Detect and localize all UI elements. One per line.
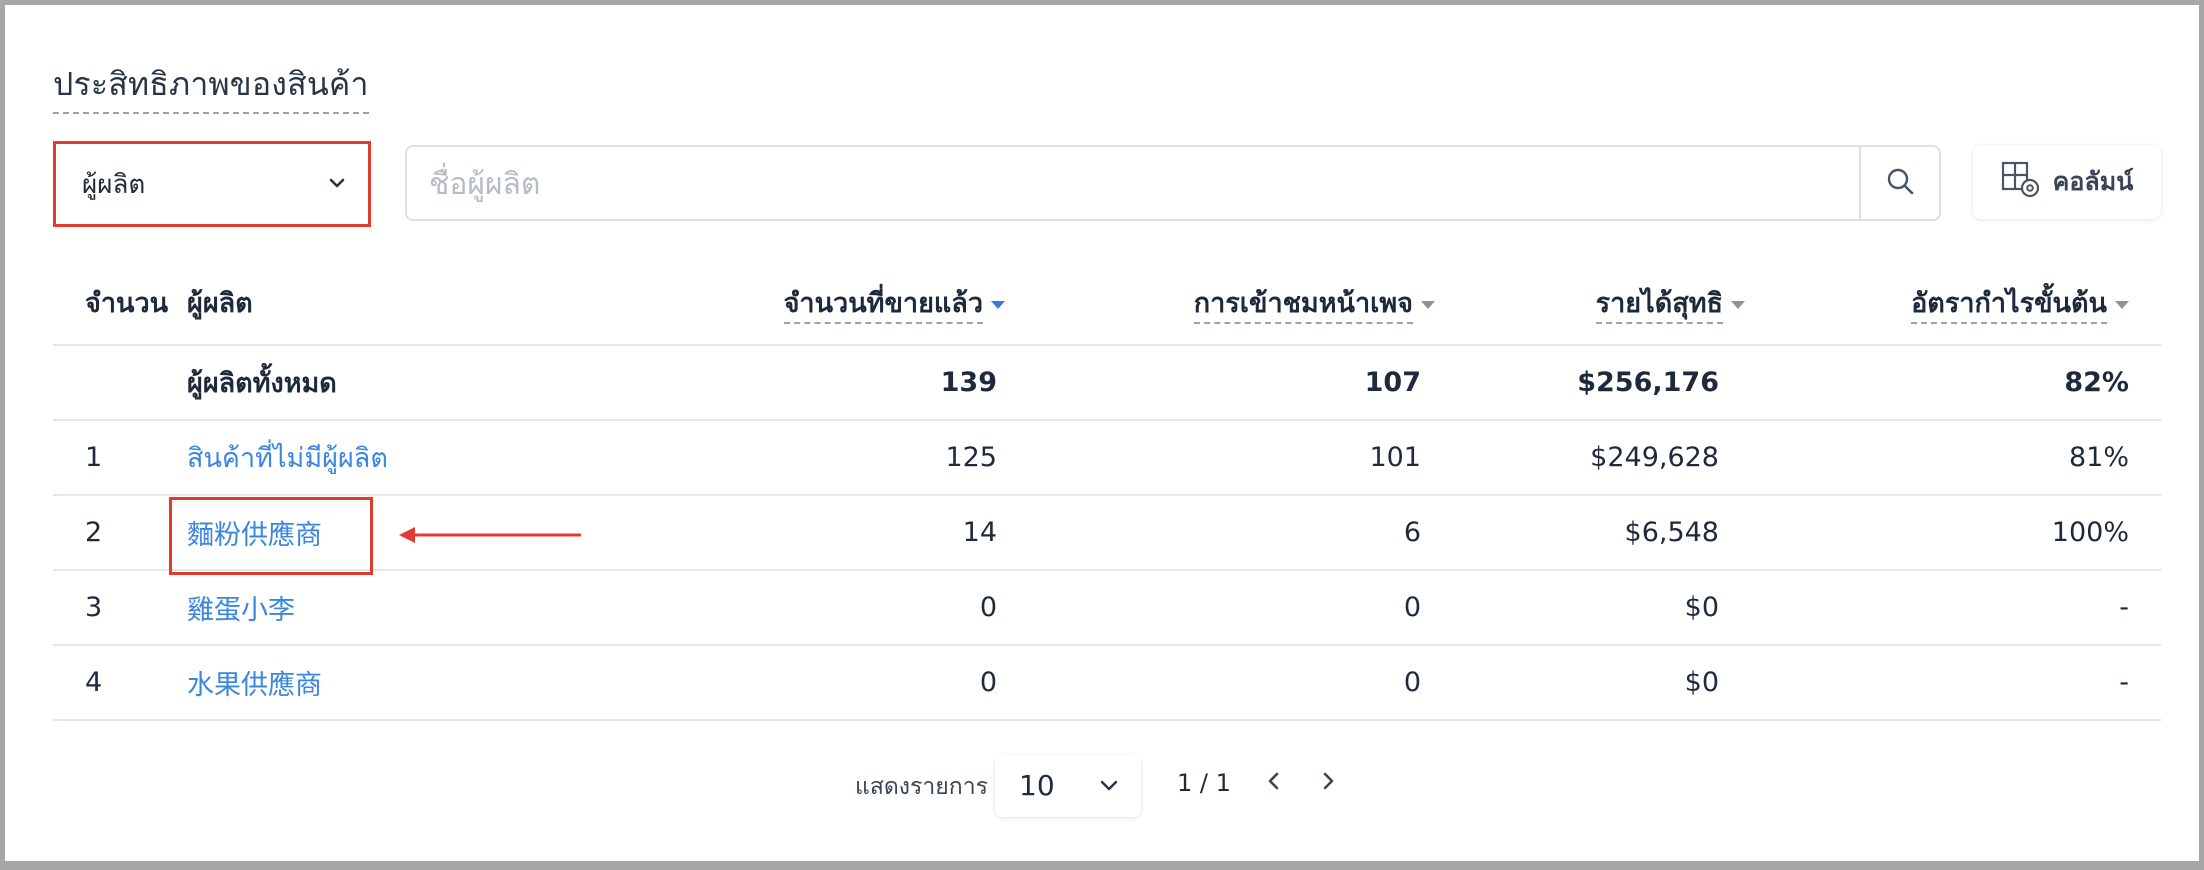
chevron-left-icon — [1267, 772, 1281, 795]
net-revenue-cell: $0 — [1684, 667, 1719, 698]
page-title[interactable]: ประสิทธิภาพของสินค้า — [53, 59, 369, 114]
page-size-value: 10 — [1019, 769, 1055, 802]
header-page-views-label: การเข้าชมหน้าเพจ — [1193, 288, 1413, 324]
page-views-cell: 0 — [1403, 592, 1421, 623]
net-revenue-cell: $0 — [1684, 592, 1719, 623]
vendor-link[interactable]: สินค้าที่ไม่มีผู้ผลิต — [165, 420, 605, 495]
page-indicator: 1 / 1 — [1177, 769, 1231, 797]
units-sold-cell: 14 — [962, 517, 997, 548]
page-size-select[interactable]: 10 — [995, 755, 1141, 817]
row-index: 1 — [85, 442, 103, 473]
pagination: แสดงรายการ 10 1 / 1 — [5, 747, 2204, 819]
header-units-sold-label: จำนวนที่ขายแล้ว — [783, 288, 983, 324]
header-gross-margin-label: อัตรากำไรขั้นต้น — [1911, 288, 2107, 324]
search-box — [405, 145, 1941, 221]
arrow-left-icon — [397, 525, 583, 549]
vendor-link[interactable]: 雞蛋小李 — [165, 570, 605, 645]
chevron-down-icon — [1099, 777, 1119, 796]
header-gross-margin[interactable]: อัตรากำไรขั้นต้น — [1745, 261, 2161, 346]
total-units-sold: 139 — [940, 367, 997, 398]
page-views-cell: 101 — [1369, 442, 1421, 473]
highlight-box — [169, 497, 373, 575]
sort-icon — [2115, 300, 2129, 309]
row-index: 2 — [85, 517, 103, 548]
header-net-revenue-label: รายได้สุทธิ — [1595, 288, 1723, 324]
gross-margin-cell: - — [2119, 592, 2129, 623]
units-sold-cell: 0 — [979, 667, 997, 698]
table-row: 3 雞蛋小李 0 0 $0 - — [53, 570, 2161, 645]
net-revenue-cell: $6,548 — [1624, 517, 1719, 548]
report-panel: ประสิทธิภาพของสินค้า ผู้ผลิต คอลัมน์ — [0, 0, 2204, 870]
search-button[interactable] — [1859, 147, 1939, 219]
total-gross-margin: 82% — [2064, 367, 2129, 398]
table-row: 4 水果供應商 0 0 $0 - — [53, 645, 2161, 720]
column-settings-icon — [2001, 161, 2041, 203]
net-revenue-cell: $249,628 — [1590, 442, 1719, 473]
total-vendor: ผู้ผลิตทั้งหมด — [187, 368, 337, 399]
row-index: 3 — [85, 592, 103, 623]
header-vendor: ผู้ผลิต — [165, 261, 605, 346]
sort-icon — [1421, 300, 1435, 309]
search-input[interactable] — [427, 157, 1851, 211]
group-by-selected: ผู้ผลิต — [82, 169, 146, 200]
header-net-revenue[interactable]: รายได้สุทธิ — [1435, 261, 1745, 346]
total-index — [53, 345, 165, 420]
sort-icon — [1731, 300, 1745, 309]
total-net-revenue: $256,176 — [1577, 367, 1719, 398]
gross-margin-cell: 100% — [2051, 517, 2129, 548]
group-by-dropdown[interactable]: ผู้ผลิต — [53, 141, 371, 227]
header-index: จำนวน — [53, 261, 168, 346]
units-sold-cell: 125 — [945, 442, 997, 473]
search-icon — [1885, 166, 1915, 200]
header-page-views[interactable]: การเข้าชมหน้าเพจ — [1005, 261, 1435, 346]
table-row: 1 สินค้าที่ไม่มีผู้ผลิต 125 101 $249,628… — [53, 420, 2161, 495]
gross-margin-cell: - — [2119, 667, 2129, 698]
next-page-button[interactable] — [1321, 771, 1335, 795]
chevron-down-icon — [328, 174, 346, 193]
row-index: 4 — [85, 667, 103, 698]
vendor-link[interactable]: 水果供應商 — [165, 645, 605, 720]
vendor-performance-table: จำนวน ผู้ผลิต จำนวนที่ขายแล้ว การเข้าชมห… — [53, 261, 2161, 721]
prev-page-button[interactable] — [1267, 771, 1281, 795]
total-row: ผู้ผลิตทั้งหมด 139 107 $256,176 82% — [53, 345, 2161, 420]
gross-margin-cell: 81% — [2068, 442, 2129, 473]
columns-button-label: คอลัมน์ — [2052, 167, 2134, 196]
page-views-cell: 6 — [1403, 517, 1421, 548]
units-sold-cell: 0 — [979, 592, 997, 623]
columns-button[interactable]: คอลัมน์ — [1973, 145, 2161, 219]
page-views-cell: 0 — [1403, 667, 1421, 698]
total-page-views: 107 — [1364, 367, 1421, 398]
chevron-right-icon — [1321, 772, 1335, 795]
sort-desc-icon — [991, 300, 1005, 309]
table-header-row: จำนวน ผู้ผลิต จำนวนที่ขายแล้ว การเข้าชมห… — [53, 261, 2161, 346]
rows-per-page-label: แสดงรายการ — [855, 774, 988, 800]
header-units-sold[interactable]: จำนวนที่ขายแล้ว — [605, 261, 1005, 346]
